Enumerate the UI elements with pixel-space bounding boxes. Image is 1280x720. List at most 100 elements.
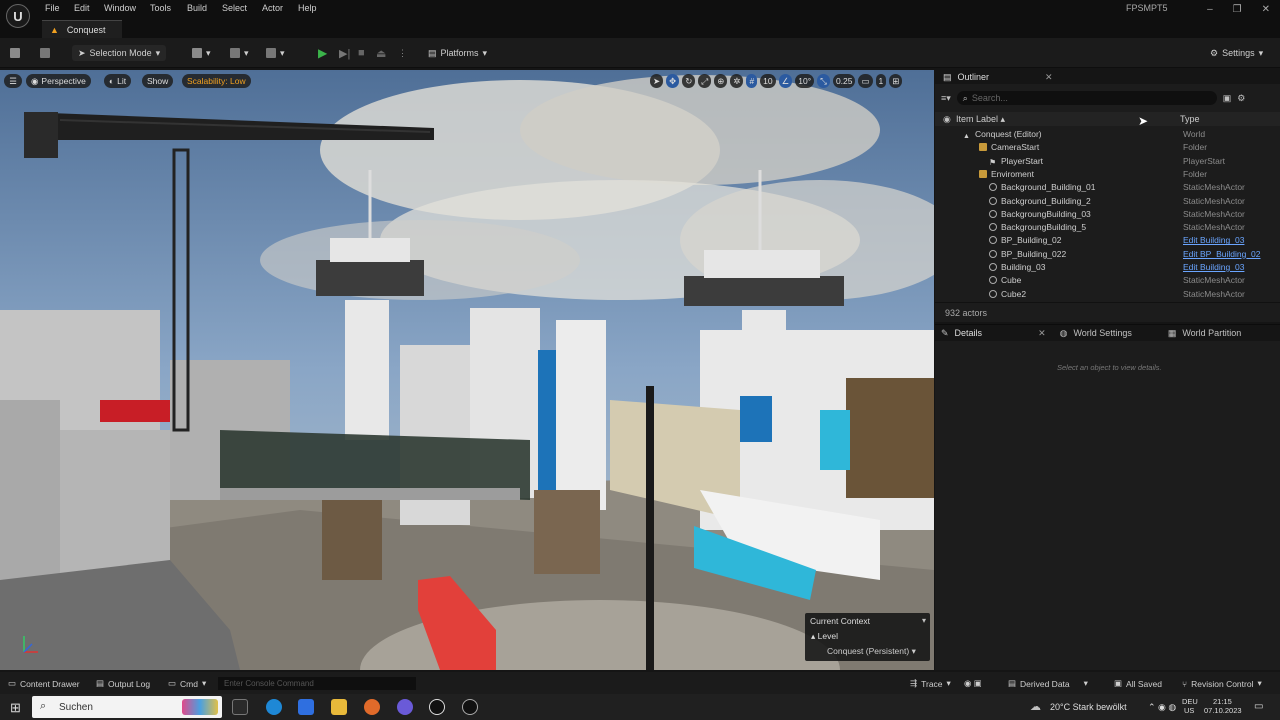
surface-snap-icon[interactable]: ✲ bbox=[730, 74, 744, 88]
edit-blueprint-link[interactable]: Edit BP_Building_02 bbox=[1183, 249, 1261, 259]
close-tab-icon[interactable]: ✕ bbox=[1038, 328, 1046, 339]
edit-blueprint-link[interactable]: Edit Building_03 bbox=[1183, 262, 1244, 272]
outliner-row[interactable]: BackgroungBuilding_5 StaticMeshActor bbox=[935, 221, 1280, 234]
cmd-dropdown[interactable]: ▭ Cmd ▾ bbox=[168, 678, 206, 689]
revision-control-button[interactable]: ⑂ Revision Control ▾ bbox=[1182, 678, 1262, 689]
menu-actor[interactable]: Actor bbox=[262, 3, 283, 13]
close-window-icon[interactable]: ✕ bbox=[1262, 4, 1270, 15]
lit-button[interactable]: ◐ Lit bbox=[104, 74, 132, 88]
tab-conquest[interactable]: ▲ Conquest bbox=[42, 20, 122, 38]
clock-time[interactable]: 21:15 bbox=[1213, 697, 1232, 706]
outliner-row[interactable]: BackgroungBuilding_03 StaticMeshActor bbox=[935, 208, 1280, 221]
tab-world-settings[interactable]: World Settings bbox=[1073, 328, 1131, 338]
lang-2[interactable]: US bbox=[1184, 706, 1194, 715]
outliner-row[interactable]: Cube2 StaticMeshActor bbox=[935, 288, 1280, 301]
firefox-icon[interactable] bbox=[364, 699, 380, 715]
camera-speed-value[interactable]: 1 bbox=[875, 74, 887, 88]
outliner-row[interactable]: CameraStart Folder bbox=[935, 141, 1280, 154]
viewport-menu-icon[interactable]: ☰ bbox=[4, 74, 22, 88]
menu-select[interactable]: Select bbox=[222, 3, 247, 13]
maximize-viewport-icon[interactable]: ⊞ bbox=[889, 74, 903, 88]
edge-icon[interactable] bbox=[266, 699, 282, 715]
play-icon[interactable]: ▶ bbox=[318, 45, 327, 61]
grid-snap-value[interactable]: 10 bbox=[760, 74, 776, 88]
rotation-snap-icon[interactable]: ∠ bbox=[778, 74, 793, 88]
show-button[interactable]: Show bbox=[142, 74, 174, 88]
move-tool-icon[interactable]: ✥ bbox=[666, 74, 680, 88]
outliner-row[interactable]: ⚑ PlayerStart PlayerStart bbox=[935, 155, 1280, 168]
grid-snap-icon[interactable]: # bbox=[746, 74, 758, 88]
unreal-engine-icon[interactable] bbox=[429, 699, 445, 715]
perspective-button[interactable]: ◉ Perspective bbox=[26, 74, 91, 88]
menu-window[interactable]: Window bbox=[104, 3, 136, 13]
scale-snap-value[interactable]: 0.25 bbox=[832, 74, 856, 88]
add-actor-button[interactable]: ▾ bbox=[192, 45, 211, 61]
world-space-icon[interactable]: ⊕ bbox=[714, 74, 728, 88]
all-saved-button[interactable]: ▣ All Saved bbox=[1114, 678, 1162, 689]
scale-tool-icon[interactable]: ⤢ bbox=[698, 74, 712, 88]
store-icon[interactable] bbox=[298, 699, 314, 715]
file-explorer-icon[interactable] bbox=[331, 699, 347, 715]
blueprint-button[interactable]: ▾ bbox=[230, 45, 249, 61]
eye-icon[interactable]: ◉ bbox=[943, 114, 951, 125]
outliner-row[interactable]: Enviroment Folder bbox=[935, 168, 1280, 181]
chevron-down-icon[interactable]: ▾ bbox=[922, 616, 926, 625]
maximize-icon[interactable]: ❐ bbox=[1233, 4, 1242, 15]
stop-icon[interactable]: ■ bbox=[358, 45, 365, 61]
outliner-row[interactable]: ▲ Conquest (Editor) World bbox=[935, 128, 1280, 141]
notification-icon[interactable]: ▭ bbox=[1254, 701, 1263, 712]
select-tool-icon[interactable]: ➤ bbox=[650, 74, 664, 88]
outliner-row[interactable]: Building_03 Edit Building_03 bbox=[935, 261, 1280, 274]
play-options-icon[interactable]: ⋮ bbox=[398, 45, 407, 61]
menu-build[interactable]: Build bbox=[187, 3, 207, 13]
taskbar-search-box[interactable]: ⌕ Suchen bbox=[32, 696, 222, 718]
save-icon[interactable] bbox=[10, 45, 20, 61]
windows-start-icon[interactable]: ⊞ bbox=[10, 700, 21, 716]
rotation-snap-value[interactable]: 10° bbox=[795, 74, 815, 88]
tab-details[interactable]: Details bbox=[955, 328, 983, 338]
menu-help[interactable]: Help bbox=[298, 3, 317, 13]
column-item-label[interactable]: Item Label ▴ bbox=[956, 114, 1005, 125]
step-icon[interactable]: ▶| bbox=[339, 45, 350, 61]
console-command-input[interactable]: Enter Console Command bbox=[218, 677, 416, 690]
level-viewport[interactable]: ☰ ◉ Perspective ◐ Lit Show Scalability: … bbox=[0, 70, 934, 670]
menu-file[interactable]: File bbox=[45, 3, 60, 13]
menu-tools[interactable]: Tools bbox=[150, 3, 171, 13]
output-log-button[interactable]: ▤ Output Log bbox=[96, 678, 150, 689]
add-folder-icon[interactable]: ▣ bbox=[1223, 93, 1232, 104]
settings-button[interactable]: ⚙ Settings ▾ bbox=[1210, 45, 1263, 61]
epic-launcher-icon[interactable] bbox=[462, 699, 478, 715]
content-drawer-button[interactable]: ▭ Content Drawer bbox=[8, 678, 80, 689]
outliner-row[interactable]: BP_Building_022 Edit BP_Building_02 bbox=[935, 248, 1280, 261]
outliner-row[interactable]: BP_Building_02 Edit Building_03 bbox=[935, 234, 1280, 247]
outliner-row[interactable]: Background_Building_2 StaticMeshActor bbox=[935, 195, 1280, 208]
outliner-row[interactable]: Background_Building_01 StaticMeshActor bbox=[935, 181, 1280, 194]
derived-data-button[interactable]: ▤ Derived Data ▾ bbox=[1008, 678, 1088, 689]
level-dropdown[interactable]: Conquest (Persistent) ▾ bbox=[827, 646, 916, 657]
edit-blueprint-link[interactable]: Edit Building_03 bbox=[1183, 235, 1244, 245]
content-browser-icon[interactable] bbox=[40, 45, 50, 61]
eject-icon[interactable]: ⏏ bbox=[376, 45, 386, 61]
close-tab-icon[interactable]: ✕ bbox=[1045, 72, 1053, 83]
task-view-icon[interactable] bbox=[232, 699, 248, 715]
trace-button[interactable]: ⇶ Trace ▾ bbox=[910, 678, 951, 689]
obs-icon[interactable] bbox=[397, 699, 413, 715]
camera-speed-icon[interactable]: ▭ bbox=[858, 74, 873, 88]
weather-text[interactable]: 20°C Stark bewölkt bbox=[1050, 702, 1127, 712]
tray-icons[interactable]: ⌃ ◉ ◍ bbox=[1148, 702, 1176, 713]
column-type[interactable]: Type bbox=[1180, 114, 1200, 124]
lang-1[interactable]: DEU bbox=[1182, 697, 1198, 706]
outliner-row[interactable]: Cube StaticMeshActor bbox=[935, 274, 1280, 287]
outliner-settings-icon[interactable]: ⚙ bbox=[1237, 93, 1245, 104]
scale-snap-icon[interactable]: ⤡ bbox=[817, 74, 830, 88]
minimize-icon[interactable]: – bbox=[1207, 4, 1213, 15]
outliner-search-input[interactable]: ⌕ Search... bbox=[956, 91, 1217, 105]
platforms-dropdown[interactable]: ▤ Platforms ▾ bbox=[428, 45, 487, 61]
filter-icon[interactable]: ≡▾ bbox=[941, 93, 951, 104]
clock-date[interactable]: 07.10.2023 bbox=[1204, 706, 1242, 715]
scalability-warning[interactable]: Scalability: Low bbox=[182, 74, 251, 88]
selection-mode-dropdown[interactable]: ➤ Selection Mode ▾ bbox=[72, 45, 167, 61]
tab-world-partition[interactable]: World Partition bbox=[1182, 328, 1241, 338]
cinematics-button[interactable]: ▾ bbox=[266, 45, 285, 61]
record-icon[interactable]: ◉ ▣ bbox=[964, 678, 982, 689]
